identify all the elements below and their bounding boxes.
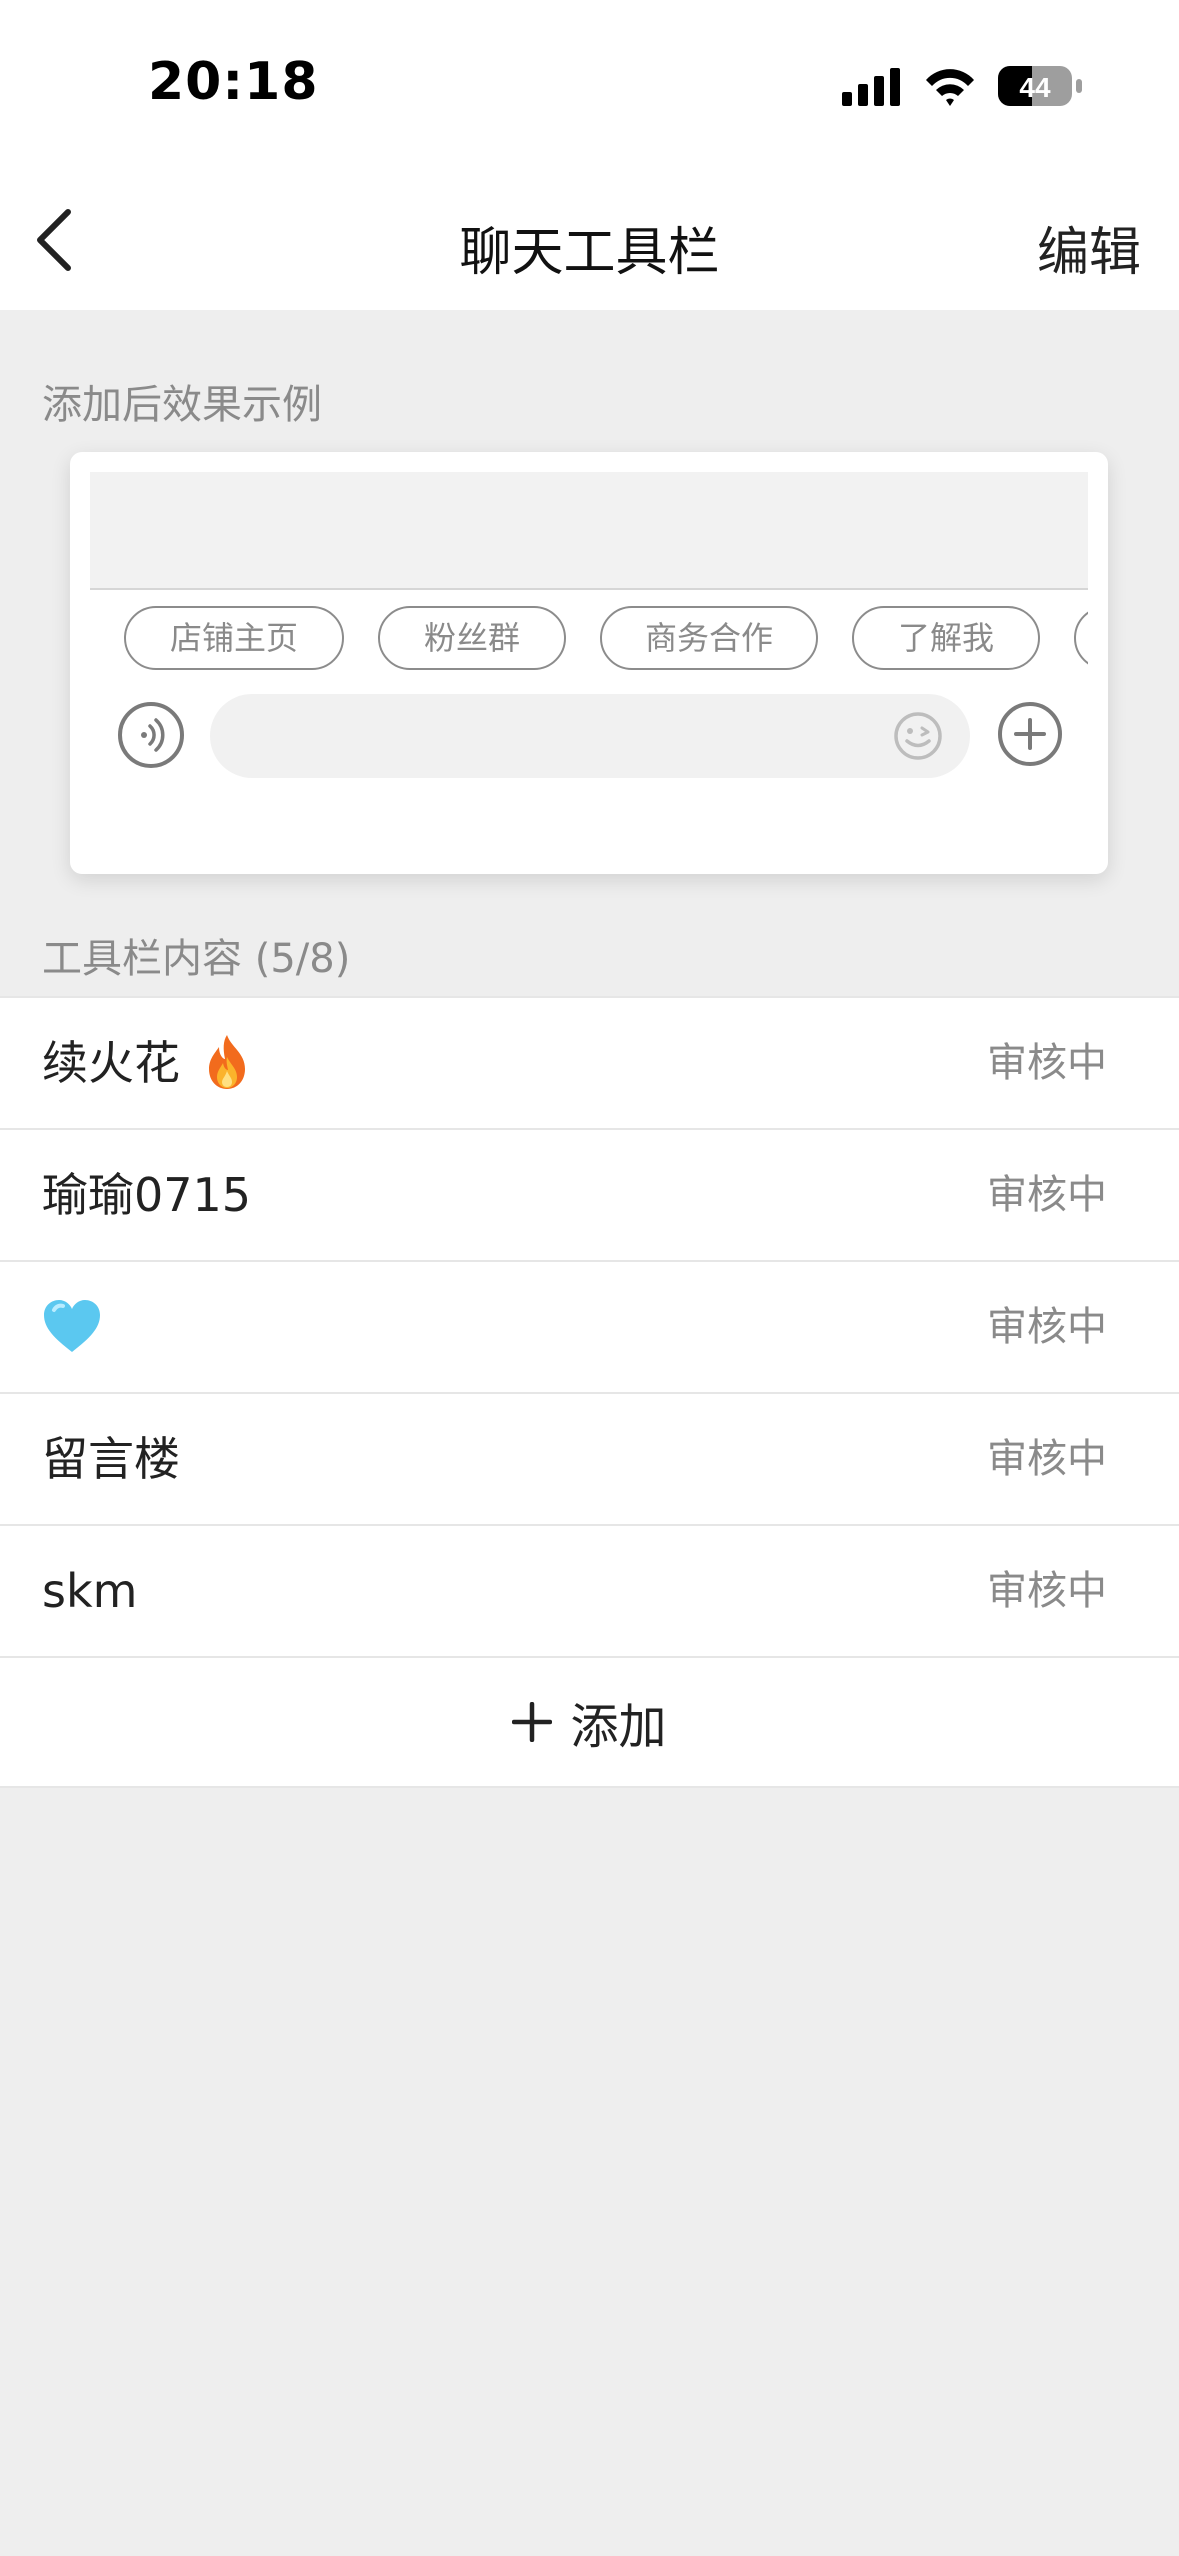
battery-icon: 44 <box>998 66 1082 106</box>
preview-section-label: 添加后效果示例 <box>42 382 322 428</box>
item-label: 续火花 <box>42 1036 180 1090</box>
preview-card: 店铺主页 粉丝群 商务合作 了解我 <box>70 452 1108 874</box>
add-button-inner: 添加 <box>512 1658 667 1786</box>
list-item[interactable]: 瑜瑜0715 审核中 <box>0 1130 1179 1262</box>
preview-chip: 粉丝群 <box>378 606 566 670</box>
preview-message-area <box>90 472 1088 590</box>
preview-input-field <box>210 694 970 778</box>
add-button[interactable]: 添加 <box>0 1658 1179 1788</box>
add-label: 添加 <box>570 1699 667 1755</box>
status-icons: 44 <box>842 64 1082 108</box>
preview-chip: 商务合作 <box>600 606 818 670</box>
item-name: 留言楼 <box>42 1432 180 1486</box>
item-name: skm <box>42 1564 138 1618</box>
list-item[interactable]: skm 审核中 <box>0 1526 1179 1658</box>
preview-chip: 了解我 <box>852 606 1040 670</box>
status-time: 20:18 <box>148 52 319 112</box>
wifi-icon <box>926 69 974 106</box>
preview-chip-overflow <box>1074 606 1088 670</box>
page-title: 聊天工具栏 <box>459 223 720 283</box>
toolbar-section-label: 工具栏内容 (5/8) <box>42 936 351 982</box>
item-status: 审核中 <box>987 1436 1107 1482</box>
toolbar-list: 续火花 审核中 瑜瑜0715 审核中 审核中 留言楼 审核中 skm 审核中 添… <box>0 996 1179 1788</box>
item-status: 审核中 <box>987 1172 1107 1218</box>
cellular-signal-icon <box>842 68 900 106</box>
item-name <box>42 1262 102 1392</box>
battery-level: 44 <box>1019 72 1051 103</box>
nav-bar: 聊天工具栏 编辑 <box>0 170 1179 310</box>
item-status: 审核中 <box>987 1568 1107 1614</box>
item-status: 审核中 <box>987 1304 1107 1350</box>
light-blue-heart-emoji-icon <box>44 1299 100 1352</box>
list-item[interactable]: 留言楼 审核中 <box>0 1394 1179 1526</box>
list-item[interactable]: 续火花 审核中 <box>0 996 1179 1130</box>
preview-inner: 店铺主页 粉丝群 商务合作 了解我 <box>90 472 1088 854</box>
status-bar: 20:18 44 <box>0 0 1179 170</box>
item-name: 续火花 <box>42 998 253 1128</box>
voice-icon <box>118 702 184 768</box>
emoji-icon <box>892 710 944 762</box>
preview-chip-row: 店铺主页 粉丝群 商务合作 了解我 <box>90 606 1088 674</box>
plus-icon <box>512 1702 553 1742</box>
preview-chip: 店铺主页 <box>124 606 344 670</box>
list-item[interactable]: 审核中 <box>0 1262 1179 1394</box>
edit-button[interactable]: 编辑 <box>1037 210 1141 285</box>
item-name: 瑜瑜0715 <box>42 1168 252 1222</box>
fire-emoji-icon <box>208 1034 245 1089</box>
item-status: 审核中 <box>987 1040 1107 1086</box>
plus-circle-icon <box>998 702 1062 766</box>
